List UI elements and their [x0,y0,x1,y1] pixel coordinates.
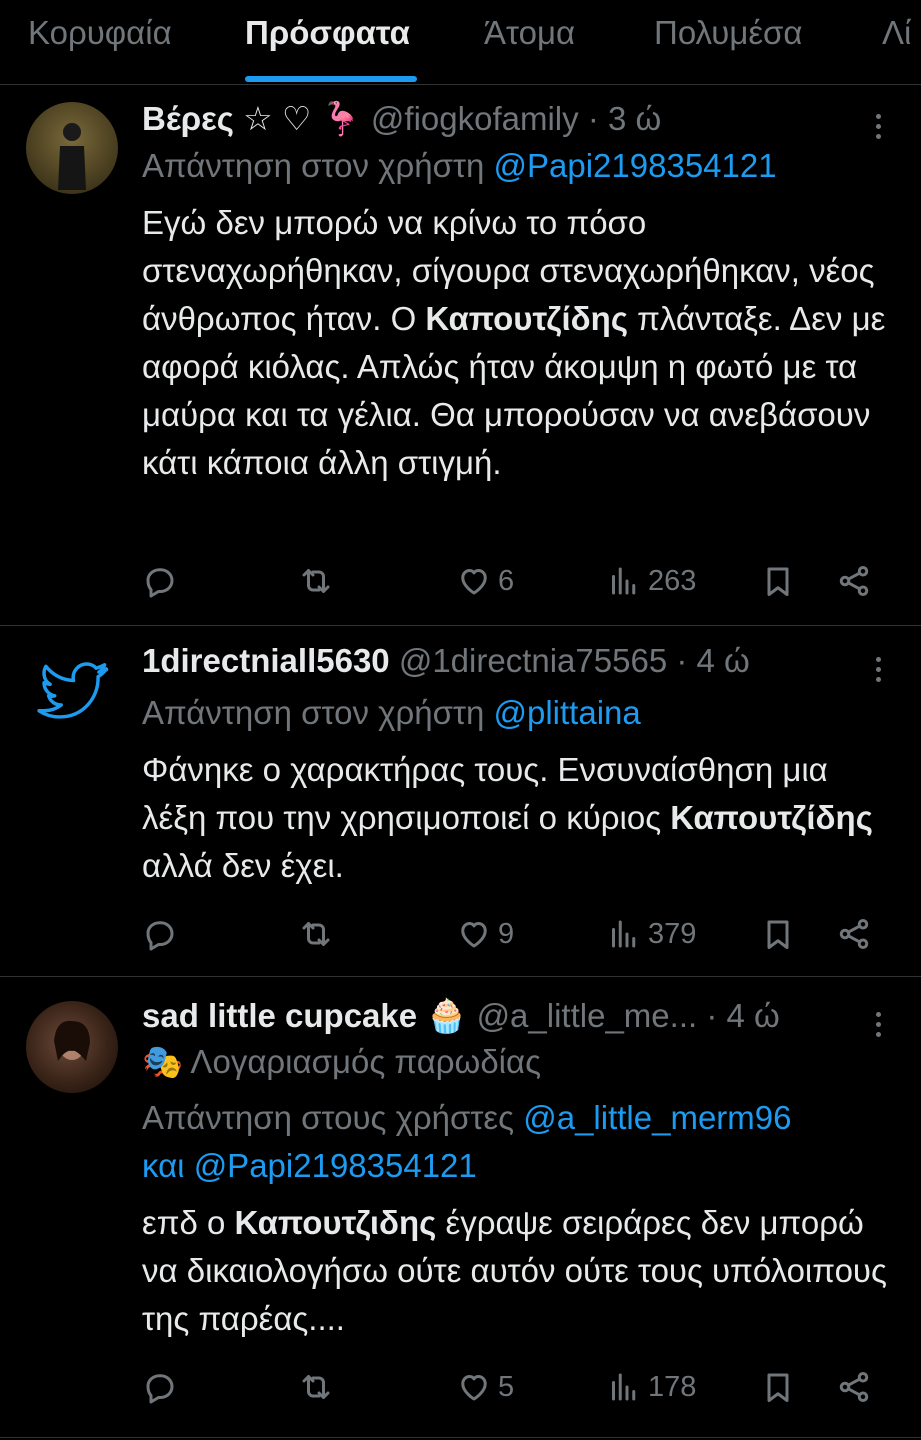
views-icon [612,920,636,948]
retweet-icon [302,1375,330,1399]
share-icon [839,566,869,596]
bookmark-icon [767,920,789,949]
like-count: 9 [498,917,515,950]
parody-label: 🎭 Λογαριασμός παρωδίας [142,1043,541,1080]
tweet[interactable]: 1directniall5630 @1directnia75565 · 4 ώ … [0,626,921,977]
avatar[interactable] [26,1001,118,1093]
tweet-text-part: αλλά δεν έχει. [142,847,344,884]
reply-and: και [142,1147,185,1184]
display-name[interactable]: sad little cupcake 🧁 [142,997,467,1034]
reply-to-link[interactable]: @a_little_merm96 [523,1099,791,1136]
tweet[interactable]: Βέρες ☆ ♡ 🦩 @fiogkofamily · 3 ώ Απάντηση… [0,85,921,626]
tweet-actions: 9 379 [142,912,881,956]
tweet[interactable]: sad little cupcake 🧁 @a_little_me... · 4… [0,977,921,1438]
reply-prefix: Απάντηση στους χρήστες [142,1099,515,1136]
parody-badge: 🎭 Λογαριασμός παρωδίας [142,1043,891,1082]
bird-icon [37,662,109,719]
more-options-icon[interactable] [869,1007,887,1047]
more-options-icon[interactable] [869,109,887,149]
reply-context: Απάντηση στους χρήστες @a_little_merm96 [142,1099,891,1137]
heart-icon [461,1375,487,1401]
retweet-button[interactable] [298,912,334,956]
retweet-button[interactable] [298,1365,334,1409]
tweet-text: Φάνηκε ο χαρακτήρας τους. Ενσυναίσθηση μ… [142,746,891,890]
retweet-icon [302,922,330,946]
active-tab-indicator [245,76,417,82]
like-button[interactable]: 6 [456,559,514,603]
view-count: 178 [648,1370,697,1403]
retweet-button[interactable] [298,559,334,603]
tweet-text-part: επδ ο [142,1204,235,1241]
reply-icon [146,921,174,951]
like-count: 6 [498,564,515,597]
reply-to-link[interactable]: @plittaina [494,694,641,731]
bookmark-button[interactable] [760,1365,796,1409]
views-button[interactable]: 178 [606,1365,696,1409]
search-tabs: Κορυφαία Πρόσφατα Άτομα Πολυμέσα Λί [0,0,921,85]
share-button[interactable] [836,559,872,603]
share-button[interactable] [836,1365,872,1409]
view-count: 379 [648,917,697,950]
share-icon [839,919,869,949]
like-count: 5 [498,1370,515,1403]
timestamp[interactable]: · 4 ώ [706,997,779,1034]
reply-button[interactable] [142,912,178,956]
views-button[interactable]: 379 [606,912,696,956]
heart-icon [461,569,487,595]
views-icon [612,1373,636,1401]
reply-button[interactable] [142,1365,178,1409]
tweet-text: επδ ο Καπουτζιδης έγραψε σειράρες δεν μπ… [142,1199,891,1343]
reply-to-link[interactable]: @Papi2198354121 [494,147,777,184]
reply-icon [146,1374,174,1404]
reply-context-cont: και @Papi2198354121 [142,1147,891,1185]
share-button[interactable] [836,912,872,956]
retweet-icon [302,569,330,593]
reply-context: Απάντηση στον χρήστη @plittaina [142,694,891,732]
tweet-actions: 6 263 [142,559,881,603]
tab-latest[interactable]: Πρόσφατα [245,14,410,52]
views-icon [612,567,636,595]
tab-lists[interactable]: Λί [882,14,911,52]
reply-icon [146,568,174,598]
tweet-text: Εγώ δεν μπορώ να κρίνω το πόσο στεναχωρή… [142,199,891,487]
share-icon [839,1372,869,1402]
avatar[interactable] [26,102,118,194]
bookmark-icon [767,567,789,596]
avatar[interactable] [26,646,118,738]
tab-people[interactable]: Άτομα [484,14,575,52]
view-count: 263 [648,564,697,597]
user-handle[interactable]: @a_little_me... [477,997,698,1034]
reply-to-link[interactable]: @Papi2198354121 [194,1147,477,1184]
display-name[interactable]: Βέρες ☆ ♡ 🦩 [142,100,362,137]
tab-media[interactable]: Πολυμέσα [654,14,802,52]
heart-icon [461,922,487,948]
tweet-text-highlight: Καπουτζιδης [234,1204,437,1241]
reply-prefix: Απάντηση στον χρήστη [142,694,485,731]
like-button[interactable]: 9 [456,912,514,956]
user-handle[interactable]: @fiogkofamily [371,100,579,137]
bookmark-button[interactable] [760,912,796,956]
tab-top[interactable]: Κορυφαία [28,14,172,52]
tweet-actions: 5 178 [142,1365,881,1409]
timestamp[interactable]: · 4 ώ [676,642,749,679]
timestamp[interactable]: · 3 ώ [588,100,661,137]
tweet-text-highlight: Καπουτζίδης [425,300,628,337]
like-button[interactable]: 5 [456,1365,514,1409]
tweet-text-highlight: Καπουτζίδης [670,799,873,836]
more-options-icon[interactable] [869,652,887,692]
display-name[interactable]: 1directniall5630 [142,642,390,679]
reply-button[interactable] [142,559,178,603]
user-handle[interactable]: @1directnia75565 [399,642,667,679]
reply-prefix: Απάντηση στον χρήστη [142,147,485,184]
bookmark-button[interactable] [760,559,796,603]
views-button[interactable]: 263 [606,559,696,603]
reply-context: Απάντηση στον χρήστη @Papi2198354121 [142,147,891,185]
bookmark-icon [767,1373,789,1402]
